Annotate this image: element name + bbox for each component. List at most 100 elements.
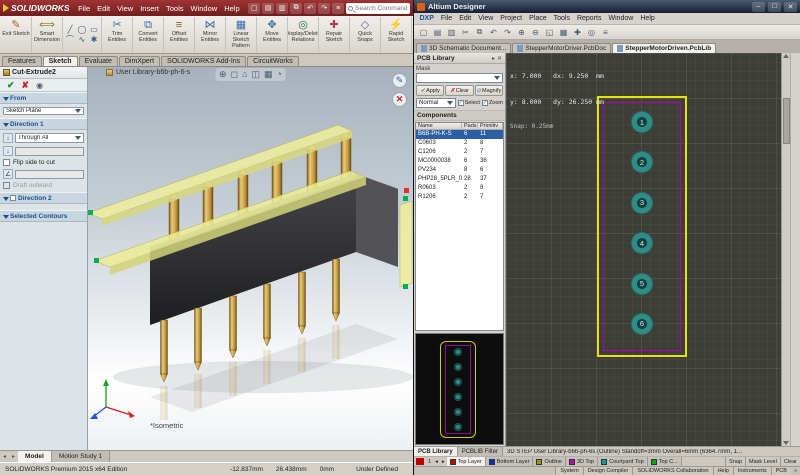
- toolbar-icon[interactable]: ▤: [431, 26, 444, 38]
- pcb-pad[interactable]: 5: [631, 273, 653, 295]
- right-panel-strip[interactable]: [790, 53, 800, 446]
- toolbar-icon[interactable]: ⊖: [529, 26, 542, 38]
- ribbon-tab[interactable]: SOLIDWORKS Add-Ins: [161, 56, 246, 66]
- menu-item[interactable]: Edit: [94, 4, 114, 13]
- panel-caption[interactable]: PCB Library ▸ ✕: [414, 53, 505, 64]
- col-pads[interactable]: Pads: [462, 123, 478, 129]
- menu-item[interactable]: Place: [526, 15, 551, 22]
- view-tool-icon[interactable]: ◔: [277, 69, 282, 80]
- layer-tab[interactable]: Top Layer: [447, 457, 486, 466]
- clear-button[interactable]: ✗ Clear: [445, 85, 473, 96]
- from-select[interactable]: Sketch Plane: [3, 107, 84, 115]
- ribbon-button[interactable]: ◎ Display/Delete Relations: [288, 17, 319, 52]
- connector-3d-model[interactable]: [88, 87, 413, 432]
- close-button[interactable]: ✕: [784, 2, 797, 12]
- menu-item[interactable]: Help: [637, 15, 658, 22]
- toolbar-icon[interactable]: ◎: [585, 26, 598, 38]
- sketch-entity-icon[interactable]: ◯: [78, 25, 87, 35]
- scroll-up-icon[interactable]: [783, 54, 789, 58]
- sketch-entity-icon[interactable]: ╱: [68, 25, 73, 35]
- minimize-button[interactable]: –: [752, 2, 765, 12]
- scroll-tabs-left-icon[interactable]: ◂: [0, 453, 9, 460]
- select-checkbox[interactable]: ✓ Select: [458, 100, 480, 106]
- quick-access-icon[interactable]: ≡: [332, 3, 344, 14]
- quick-access-icon[interactable]: ⧉: [290, 3, 302, 14]
- layer-tab[interactable]: Courtyard Top: [598, 457, 647, 466]
- footprint-preview[interactable]: [415, 333, 504, 445]
- col-primitives[interactable]: Primitiv: [478, 123, 503, 129]
- component-row[interactable]: C0603 2 8: [416, 139, 503, 148]
- mode-combo[interactable]: Normal: [416, 98, 456, 108]
- pcb-pad[interactable]: 2: [631, 151, 653, 173]
- reverse-direction-icon[interactable]: ↕: [3, 133, 13, 143]
- maximize-button[interactable]: □: [768, 2, 781, 12]
- pcb-pad[interactable]: 3: [631, 192, 653, 214]
- toolbar-icon[interactable]: ≡: [599, 26, 612, 38]
- pcb-pad[interactable]: 4: [631, 232, 653, 254]
- document-tab[interactable]: StepperMotorDriven.PcbLib: [612, 43, 716, 53]
- ribbon-button[interactable]: ≡ Offset Entities: [164, 17, 195, 52]
- component-row[interactable]: B6B-PH-K-S 6 11: [416, 130, 503, 139]
- panel-tab[interactable]: PCBLIB Filter: [458, 447, 503, 456]
- system-panel-button[interactable]: Design Compiler: [583, 467, 633, 475]
- pcb-pad[interactable]: 6: [631, 313, 653, 335]
- flip-side-checkbox[interactable]: Flip side to cut: [3, 159, 84, 166]
- layer-tab[interactable]: Outline: [533, 457, 565, 466]
- layer-tab[interactable]: Bottom Layer: [486, 457, 534, 466]
- depth-input[interactable]: [15, 147, 84, 156]
- sketch-entity-icon[interactable]: ⌒: [66, 35, 74, 45]
- status-button[interactable]: Mask Level: [745, 457, 780, 466]
- scrollbar-thumb[interactable]: [783, 98, 790, 144]
- document-tab[interactable]: 3D Schematic Document...: [416, 43, 511, 53]
- apply-button[interactable]: ✓ Apply: [416, 85, 444, 96]
- toolbar-icon[interactable]: ◱: [543, 26, 556, 38]
- toolbar-icon[interactable]: ▦: [557, 26, 570, 38]
- ribbon-button[interactable]: ▦ Linear Sketch Pattern: [226, 17, 257, 52]
- ribbon-button[interactable]: ⋈ Mirror Entities: [195, 17, 226, 52]
- view-tool-icon[interactable]: ◫: [252, 69, 261, 80]
- menu-item[interactable]: Window: [187, 4, 221, 13]
- ribbon-tab[interactable]: Sketch: [43, 56, 78, 66]
- quick-access-icon[interactable]: ▥: [276, 3, 288, 14]
- ribbon-button[interactable]: ◇ Quick Snaps: [350, 17, 381, 52]
- component-row[interactable]: R0603 2 8: [416, 184, 503, 193]
- toolbar-icon[interactable]: ↶: [487, 26, 500, 38]
- component-row[interactable]: PV234 8 6: [416, 166, 503, 175]
- sketch-entity-icon[interactable]: ∿: [79, 35, 86, 45]
- panel-close-icon[interactable]: ✕: [497, 55, 502, 62]
- system-panel-button[interactable]: System: [555, 467, 582, 475]
- section-from[interactable]: From: [0, 92, 87, 104]
- view-tool-icon[interactable]: ⌂: [242, 69, 247, 80]
- component-row[interactable]: R1206 2 7: [416, 193, 503, 202]
- menu-item[interactable]: Help: [221, 4, 243, 13]
- status-button[interactable]: Snap: [725, 457, 745, 466]
- toolbar-icon[interactable]: ✂: [459, 26, 472, 38]
- sketch-entity-icon[interactable]: ▭: [90, 25, 98, 35]
- sketch-entity-icon[interactable]: ✱: [91, 35, 98, 45]
- quick-access-icon[interactable]: ↶: [304, 3, 316, 14]
- components-table-header[interactable]: Name Pads Primitiv: [416, 123, 503, 130]
- toolbar-icon[interactable]: ▥: [445, 26, 458, 38]
- graphics-area[interactable]: User Library-b6b-ph-6-s ⊕◻⌂◫▦◔ ✎ ✕: [88, 67, 413, 450]
- menu-item[interactable]: View: [475, 15, 497, 22]
- ribbon-tab[interactable]: Evaluate: [79, 56, 118, 66]
- cancel-button[interactable]: ✘: [22, 80, 30, 91]
- system-panel-button[interactable]: Help: [713, 467, 733, 475]
- ribbon-button[interactable]: ✂ Trim Entities: [102, 17, 133, 52]
- scroll-down-icon[interactable]: [783, 441, 789, 445]
- draft-outward-checkbox[interactable]: Draft outward: [3, 182, 84, 189]
- view-tool-icon[interactable]: ▦: [264, 69, 273, 80]
- menu-item[interactable]: Window: [605, 15, 637, 22]
- section-direction2[interactable]: Direction 2: [0, 192, 87, 204]
- search-input[interactable]: [355, 5, 408, 12]
- section-selected-contours[interactable]: Selected Contours: [0, 210, 87, 222]
- cancel-sketch-icon[interactable]: ✕: [392, 92, 407, 107]
- ribbon-button[interactable]: ⚡ Rapid Sketch: [381, 17, 412, 52]
- component-row[interactable]: C1206 2 7: [416, 148, 503, 157]
- ribbon-button[interactable]: ⧉ Convert Entities: [133, 17, 164, 52]
- layer-scroll-right-icon[interactable]: ▸: [440, 459, 447, 465]
- zoom-checkbox[interactable]: ✓ Zoom: [482, 100, 503, 106]
- quick-access-icon[interactable]: ▤: [262, 3, 274, 14]
- component-row[interactable]: PHP28_5PLR_09 28 37: [416, 175, 503, 184]
- ribbon-button[interactable]: ✚ Repair Sketch: [319, 17, 350, 52]
